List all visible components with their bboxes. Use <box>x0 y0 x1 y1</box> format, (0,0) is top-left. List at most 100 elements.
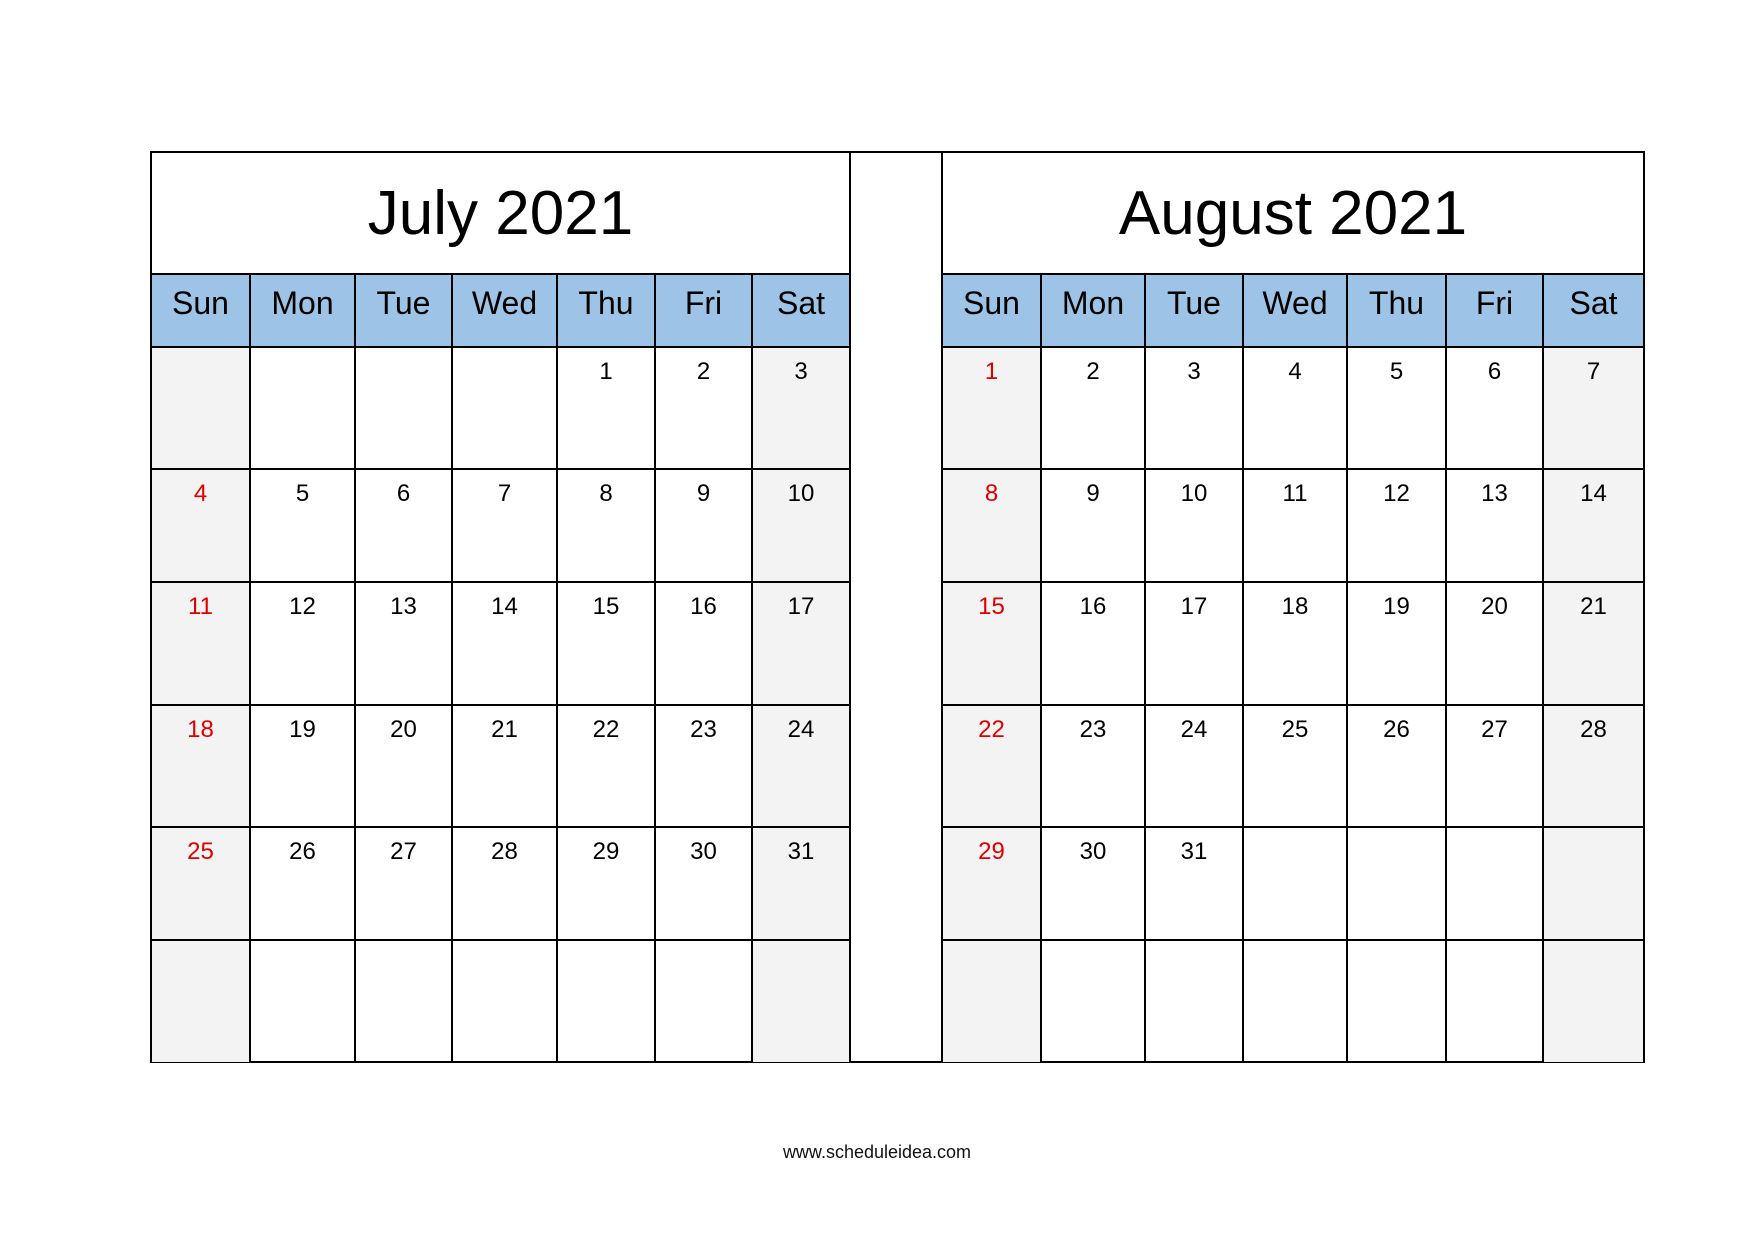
day-cell: 14 <box>1542 468 1643 583</box>
day-cell: 9 <box>654 468 753 583</box>
day-cell: 21 <box>1542 581 1643 706</box>
empty-day-cell <box>1542 826 1643 941</box>
day-cell: 23 <box>654 704 753 828</box>
empty-day-cell <box>943 939 1042 1062</box>
empty-day-cell <box>451 346 558 470</box>
empty-day-cell <box>249 939 356 1062</box>
week-row <box>152 939 849 1062</box>
day-cell: 6 <box>354 468 453 583</box>
week-row: 11 12 13 14 15 16 17 <box>152 581 849 706</box>
day-cell: 27 <box>1445 704 1544 828</box>
week-row: 123 <box>152 346 849 470</box>
empty-day-cell <box>354 939 453 1062</box>
weekday-header-row: Sun Mon Tue Wed Thu Fri Sat <box>943 275 1643 348</box>
day-cell: 2 <box>654 346 753 470</box>
day-cell: 30 <box>1040 826 1146 941</box>
day-cell: 6 <box>1445 346 1544 470</box>
day-cell: 1 <box>943 346 1042 470</box>
day-cell: 27 <box>354 826 453 941</box>
weekday-thu: Thu <box>556 275 656 348</box>
day-cell: 12 <box>1346 468 1447 583</box>
day-cell: 8 <box>556 468 656 583</box>
day-cell: 7 <box>1542 346 1643 470</box>
weekday-wed: Wed <box>1242 275 1348 348</box>
month-title: August 2021 <box>943 153 1643 275</box>
day-cell: 5 <box>1346 346 1447 470</box>
day-cell: 9 <box>1040 468 1146 583</box>
day-cell: 13 <box>1445 468 1544 583</box>
weekday-tue: Tue <box>354 275 453 348</box>
day-cell: 12 <box>249 581 356 706</box>
empty-day-cell <box>1445 939 1544 1062</box>
day-cell: 29 <box>556 826 656 941</box>
day-cell: 26 <box>1346 704 1447 828</box>
day-cell: 8 <box>943 468 1042 583</box>
empty-day-cell <box>451 939 558 1062</box>
empty-day-cell <box>1242 939 1348 1062</box>
day-cell: 28 <box>451 826 558 941</box>
day-cell: 25 <box>1242 704 1348 828</box>
weekday-mon: Mon <box>1040 275 1146 348</box>
week-row: 1234567 <box>943 346 1643 470</box>
week-row: 4 5 6 7 8 9 10 <box>152 468 849 583</box>
day-cell: 10 <box>751 468 849 583</box>
month-grid: Sun Mon Tue Wed Thu Fri Sat 1 2 3 4 5 6 7 8 9 10 1… <box>152 275 849 1062</box>
day-cell: 21 <box>451 704 558 828</box>
week-row: 15 16 17 18 19 20 21 <box>943 581 1643 706</box>
empty-day-cell <box>751 939 849 1062</box>
empty-day-cell <box>1242 826 1348 941</box>
day-cell: 25 <box>152 826 251 941</box>
empty-day-cell <box>152 346 251 470</box>
empty-day-cell <box>249 346 356 470</box>
empty-day-cell <box>1346 939 1447 1062</box>
weekday-fri: Fri <box>1445 275 1544 348</box>
day-cell: 15 <box>556 581 656 706</box>
day-cell: 20 <box>354 704 453 828</box>
month-title: July 2021 <box>152 153 849 275</box>
day-cell: 22 <box>556 704 656 828</box>
day-cell: 15 <box>943 581 1042 706</box>
day-cell: 3 <box>751 346 849 470</box>
day-cell: 4 <box>152 468 251 583</box>
day-cell: 16 <box>1040 581 1146 706</box>
empty-day-cell <box>1346 826 1447 941</box>
day-cell: 4 <box>1242 346 1348 470</box>
empty-day-cell <box>1040 939 1146 1062</box>
day-cell: 14 <box>451 581 558 706</box>
empty-day-cell <box>556 939 656 1062</box>
day-cell: 29 <box>943 826 1042 941</box>
weekday-tue: Tue <box>1144 275 1244 348</box>
day-cell: 11 <box>1242 468 1348 583</box>
week-row: 8 9 10 11 12 13 14 <box>943 468 1643 583</box>
day-cell: 22 <box>943 704 1042 828</box>
day-cell: 23 <box>1040 704 1146 828</box>
week-row: 22 23 24 25 26 27 28 <box>943 704 1643 828</box>
weekday-sat: Sat <box>751 275 849 348</box>
day-cell: 30 <box>654 826 753 941</box>
weekday-sun: Sun <box>943 275 1042 348</box>
week-row <box>943 939 1643 1062</box>
day-cell: 7 <box>451 468 558 583</box>
day-cell: 18 <box>1242 581 1348 706</box>
calendar-july: July 2021 Sun Mon Tue Wed Thu Fri Sat 12… <box>150 151 851 1063</box>
empty-day-cell <box>1542 939 1643 1062</box>
day-cell: 18 <box>152 704 251 828</box>
day-cell: 19 <box>249 704 356 828</box>
week-row: 25 26 27 28 29 30 31 <box>152 826 849 941</box>
day-cell: 31 <box>1144 826 1244 941</box>
day-cell: 2 <box>1040 346 1146 470</box>
weekday-sat: Sat <box>1542 275 1643 348</box>
day-cell: 19 <box>1346 581 1447 706</box>
day-cell: 20 <box>1445 581 1544 706</box>
empty-day-cell <box>654 939 753 1062</box>
day-cell: 11 <box>152 581 251 706</box>
empty-day-cell <box>152 939 251 1062</box>
weekday-wed: Wed <box>451 275 558 348</box>
calendar-august: August 2021 Sun Mon Tue Wed Thu Fri Sat … <box>941 151 1645 1063</box>
week-row: 29 30 31 <box>943 826 1643 941</box>
empty-day-cell <box>354 346 453 470</box>
weekday-fri: Fri <box>654 275 753 348</box>
day-cell: 10 <box>1144 468 1244 583</box>
weekday-mon: Mon <box>249 275 356 348</box>
day-cell: 5 <box>249 468 356 583</box>
